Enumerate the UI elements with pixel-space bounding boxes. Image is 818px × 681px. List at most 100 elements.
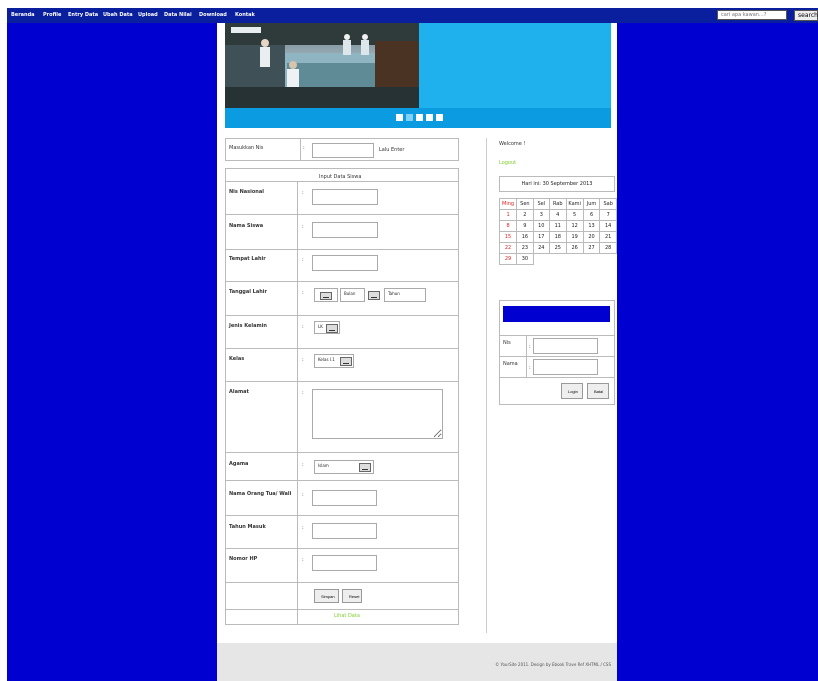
nav-item-beranda[interactable]: Beranda xyxy=(11,12,35,18)
kelas-value: Kelas I.1 xyxy=(318,357,335,362)
bulan-select[interactable]: Bulan xyxy=(340,288,365,302)
welcome-text: Welcome ! xyxy=(499,141,526,147)
kelas-dropdown-icon[interactable] xyxy=(340,357,352,366)
tahun-select[interactable]: Tahun xyxy=(384,288,426,302)
slide-dot-2[interactable] xyxy=(406,114,413,121)
calendar-table: Ming Sen Sel Rab Kami Jum Sab 1 2 3 4 5 … xyxy=(498,198,617,265)
nisn-label: Nis Nasional xyxy=(229,189,264,195)
calendar-day: 28 xyxy=(599,242,617,254)
calendar-day: 4 xyxy=(548,209,567,221)
colon: : xyxy=(302,190,304,196)
nav-item-profile[interactable]: Profile xyxy=(43,12,61,18)
divider xyxy=(226,249,458,250)
tempat-lahir-input[interactable] xyxy=(312,255,378,271)
calendar-header: Kami xyxy=(565,198,584,210)
calendar-day: 26 xyxy=(565,242,584,254)
calendar-day: 30 xyxy=(516,253,534,265)
colon: : xyxy=(529,344,531,350)
form-title: Input Data Siswa xyxy=(319,174,362,180)
login-nama-input[interactable] xyxy=(533,359,598,375)
divider xyxy=(300,139,301,160)
nav-item-data-nilai[interactable]: Data Nilai xyxy=(164,12,192,18)
divider xyxy=(226,548,458,549)
divider xyxy=(226,214,458,215)
divider xyxy=(226,609,458,610)
login-panel: Nis : Nama : Login Batal xyxy=(499,300,615,405)
nav-item-kontak[interactable]: Kontak xyxy=(235,12,255,18)
nav-item-download[interactable]: Download xyxy=(199,12,227,18)
colon: : xyxy=(302,557,304,563)
orang-tua-input[interactable] xyxy=(312,490,377,506)
agama-label: Agama xyxy=(229,461,249,467)
nis-search-panel: Masukkan Nis : Lalu Enter xyxy=(225,138,459,161)
kelas-label: Kelas xyxy=(229,356,245,362)
calendar-day: 21 xyxy=(599,231,617,243)
agama-dropdown-icon[interactable] xyxy=(359,463,371,472)
banner-slider xyxy=(225,23,611,128)
colon: : xyxy=(303,145,305,151)
calendar-week: 15 16 17 18 19 20 21 xyxy=(498,231,617,243)
colon: : xyxy=(302,462,304,468)
divider xyxy=(226,381,458,382)
calendar-week: 22 23 24 25 26 27 28 xyxy=(498,242,617,254)
tahun-select-value: Tahun xyxy=(388,291,400,296)
tanggal-select[interactable] xyxy=(314,288,338,302)
calendar-header: Rab xyxy=(548,198,567,210)
slide-dot-4[interactable] xyxy=(426,114,433,121)
divider xyxy=(226,452,458,453)
calendar-week: 29 30 xyxy=(498,253,617,265)
slide-dot-5[interactable] xyxy=(436,114,443,121)
current-date: Hari ini: 30 September 2013 xyxy=(521,181,593,187)
nomor-hp-label: Nomor HP xyxy=(229,556,258,562)
divider xyxy=(226,480,458,481)
bulan-dropdown-icon[interactable] xyxy=(368,291,380,300)
calendar-day: 14 xyxy=(599,220,617,232)
calendar-day: 25 xyxy=(548,242,567,254)
alamat-label: Alamat xyxy=(229,389,249,395)
colon: : xyxy=(302,224,304,230)
calendar-day: 5 xyxy=(565,209,584,221)
tanggal-lahir-label: Tanggal Lahir xyxy=(229,289,267,295)
calendar-day: 6 xyxy=(582,209,601,221)
tahun-masuk-label: Tahun Masuk xyxy=(229,524,266,530)
nisn-input[interactable] xyxy=(312,189,378,205)
reset-button[interactable]: Reset xyxy=(342,589,362,603)
nis-search-label: Masukkan Nis xyxy=(229,145,264,151)
colon: : xyxy=(302,525,304,531)
tempat-lahir-label: Tempat Lahir xyxy=(229,256,266,262)
login-button[interactable]: Login xyxy=(561,383,583,399)
jenis-kelamin-dropdown-icon[interactable] xyxy=(326,324,338,333)
nav-item-upload[interactable]: Upload xyxy=(138,12,158,18)
login-nis-input[interactable] xyxy=(533,338,598,354)
login-nama-label: Nama xyxy=(503,361,518,367)
batal-button[interactable]: Batal xyxy=(587,383,609,399)
divider xyxy=(500,335,614,336)
divider xyxy=(226,348,458,349)
alamat-textarea[interactable] xyxy=(312,389,443,439)
calendar-day: 2 xyxy=(516,209,534,221)
calendar-day: 9 xyxy=(516,220,534,232)
nama-input[interactable] xyxy=(312,222,378,238)
search-button[interactable]: search xyxy=(794,10,818,21)
calendar-day: 24 xyxy=(532,242,550,254)
lihat-data-link[interactable]: Lihat Data xyxy=(334,613,360,619)
login-header xyxy=(503,306,610,322)
colon: : xyxy=(302,390,304,396)
nav-item-ubah-data[interactable]: Ubah Data xyxy=(103,12,133,18)
divider xyxy=(226,181,458,182)
slide-dot-1[interactable] xyxy=(396,114,403,121)
calendar-week: 1 2 3 4 5 6 7 xyxy=(498,209,617,221)
nis-search-input[interactable] xyxy=(312,143,374,158)
calendar-day: 20 xyxy=(582,231,601,243)
divider xyxy=(226,515,458,516)
divider xyxy=(226,582,458,583)
nav-item-entry-data[interactable]: Entry Data xyxy=(68,12,98,18)
calendar-header: Jum xyxy=(582,198,601,210)
calendar-header-row: Ming Sen Sel Rab Kami Jum Sab xyxy=(498,198,617,210)
logout-link[interactable]: Logout xyxy=(499,160,516,166)
nomor-hp-input[interactable] xyxy=(312,555,377,571)
tahun-masuk-input[interactable] xyxy=(312,523,377,539)
simpan-button[interactable]: Simpan xyxy=(314,589,339,603)
slide-dot-3[interactable] xyxy=(416,114,423,121)
search-input[interactable] xyxy=(717,10,787,20)
